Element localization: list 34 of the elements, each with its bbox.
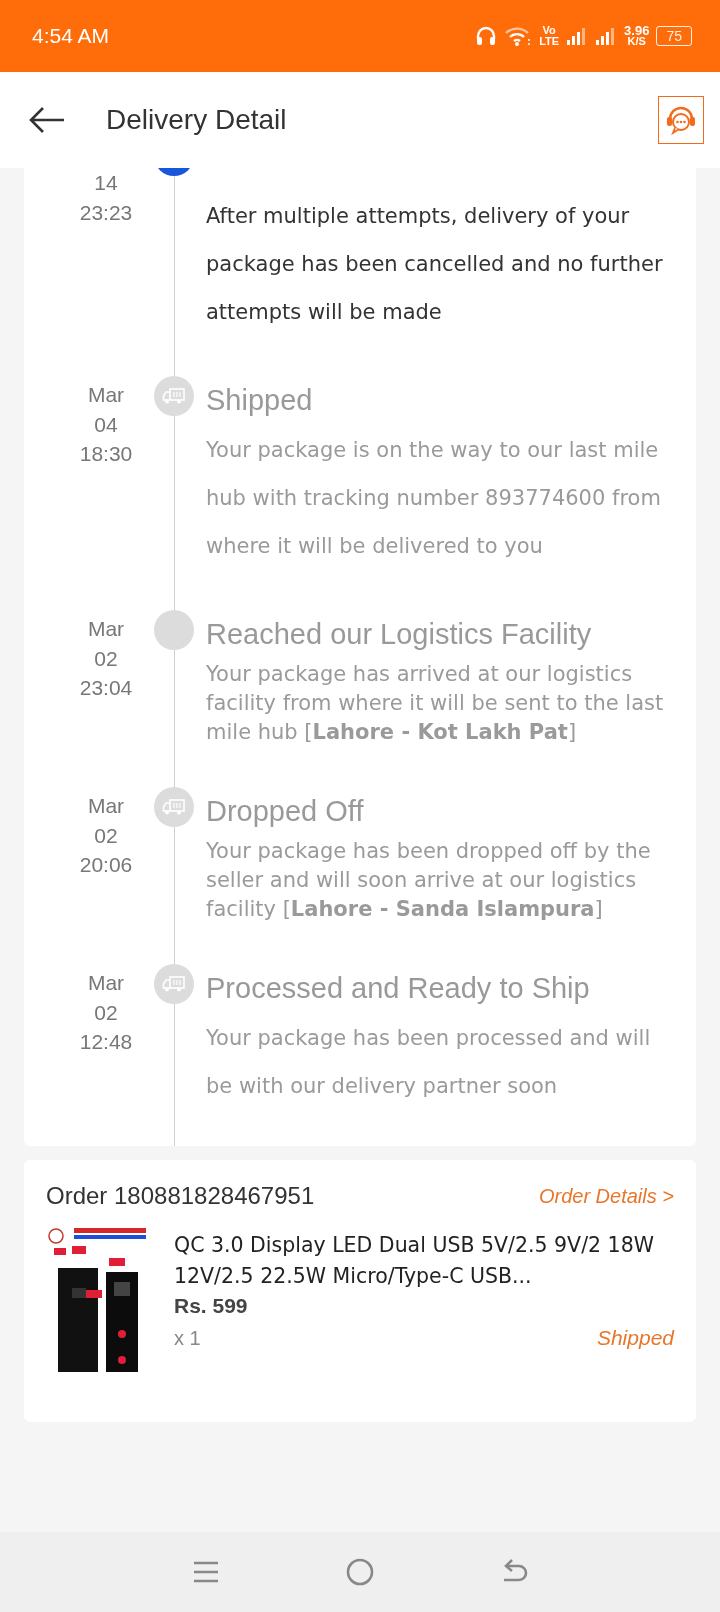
- back-arrow-icon[interactable]: [28, 105, 66, 135]
- product-title: QC 3.0 Display LED Dual USB 5V/2.5 9V/2 18W 12V/2.5 22.5W Micro/Type-C USB...: [174, 1232, 655, 1290]
- event-description: Your package has been dropped off by the seller and will soon arrive at our logistics facility [Lahore - Sanda Islampura]: [206, 838, 652, 923]
- truck-icon: [162, 975, 186, 993]
- headphones-icon: [475, 25, 498, 47]
- truck-icon: [162, 798, 186, 816]
- product-quantity: x 1: [174, 1326, 201, 1350]
- shipping-status: Shipped: [596, 1326, 674, 1350]
- event-description: After multiple attempts, delivery of your package has been cancelled and no further attempts will be made: [206, 203, 664, 326]
- event-title: Dropped Off: [206, 794, 365, 829]
- event-title: Shipped: [206, 383, 314, 418]
- order-number: Order 180881828467951: [46, 1182, 315, 1210]
- network-type: Vo LTE: [539, 25, 560, 47]
- event-title: Processed and Ready to Ship: [206, 971, 591, 1006]
- event-date: Mar 02 20:06: [78, 793, 134, 878]
- event-description: Your package has arrived at our logistics facility from where it will be sent to the last mile hub [Lahore - Kot Lakh Pat]: [206, 661, 665, 746]
- network-speed: 3.96 K/S: [624, 25, 650, 47]
- menu-icon[interactable]: [192, 1560, 221, 1584]
- product-price: Rs. 599: [174, 1294, 249, 1318]
- event-date: 14 23:23: [78, 170, 134, 226]
- order-details-link[interactable]: Order Details >: [538, 1184, 674, 1208]
- battery-indicator: 75: [656, 26, 692, 46]
- page-title: Delivery Detail: [106, 104, 288, 136]
- customer-support-button[interactable]: [658, 96, 704, 144]
- event-date: Mar 04 18:30: [78, 382, 134, 467]
- clock: 4:54 AM: [32, 24, 110, 48]
- event-description: Your package is on the way to our last mile hub with tracking number 893774600 from where it will be delivered to you: [206, 437, 662, 560]
- event-title: Reached our Logistics Facility: [206, 617, 593, 652]
- home-icon[interactable]: [345, 1557, 375, 1587]
- truck-icon: [162, 387, 186, 405]
- event-date: Mar 02 12:48: [78, 970, 134, 1055]
- wifi-icon: [504, 25, 533, 47]
- event-description: Your package has been processed and will be with our delivery partner soon: [206, 1025, 652, 1100]
- event-date: Mar 02 23:04: [78, 616, 134, 701]
